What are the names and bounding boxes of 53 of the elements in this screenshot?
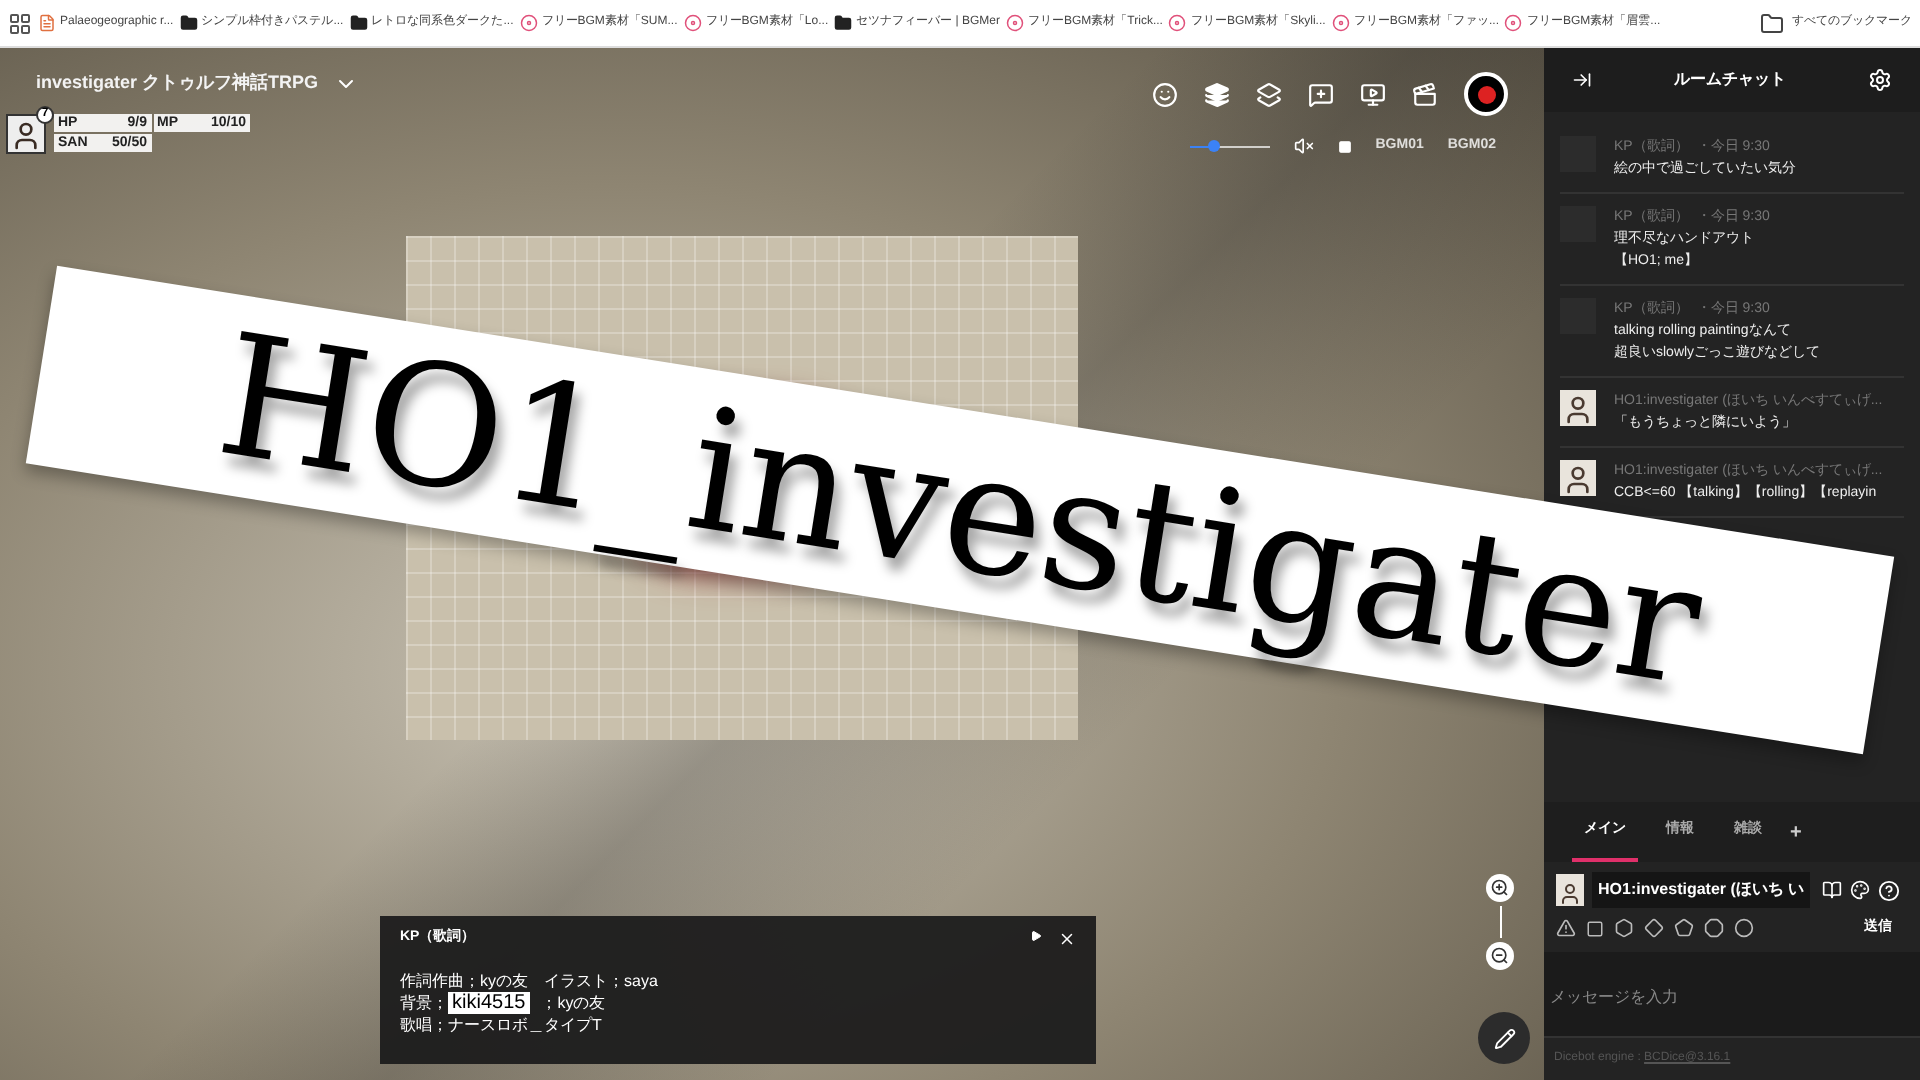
octagon-icon[interactable] (1704, 918, 1724, 939)
close-icon[interactable] (1058, 929, 1076, 948)
avatar-icon (1560, 390, 1596, 426)
page-icon (38, 14, 56, 32)
pentagon-icon[interactable] (1674, 918, 1694, 939)
hexagon-icon[interactable] (1614, 918, 1634, 939)
edit-button[interactable] (1478, 1012, 1530, 1064)
folder-icon (179, 14, 198, 32)
help-icon[interactable] (1878, 879, 1901, 901)
panel-title: ルームチャット (1674, 68, 1786, 92)
play-icon[interactable] (1030, 929, 1042, 942)
clapperboard-icon[interactable] (1412, 81, 1438, 107)
layers-icon[interactable] (1204, 81, 1230, 107)
folder-icon (834, 14, 853, 32)
name-label: kiki4515 (448, 991, 530, 1013)
character-avatar[interactable] (6, 113, 46, 153)
add-note-icon[interactable] (1308, 81, 1334, 107)
zoom-in-icon[interactable] (1486, 874, 1514, 902)
folder-icon (1760, 11, 1784, 35)
disc-icon (1006, 14, 1025, 32)
zoom-out-icon[interactable] (1486, 942, 1514, 970)
room-title: investigater クトゥルフ神話TRPG (36, 70, 319, 96)
screen-icon[interactable] (1360, 81, 1386, 107)
disc-icon (1168, 14, 1187, 32)
settings-icon[interactable] (1868, 68, 1892, 92)
speaker-select[interactable]: HO1:investigater (ほいち い (1592, 872, 1811, 908)
mute-icon[interactable] (1293, 136, 1314, 157)
triangle-icon[interactable] (1556, 918, 1576, 939)
caption-text: 背景； (400, 991, 448, 1013)
caption-text: 作詞作曲；kyの友 イラスト；saya (400, 969, 658, 991)
volume-slider[interactable] (1189, 140, 1270, 153)
apps-icon[interactable] (8, 11, 32, 35)
disc-icon (683, 14, 702, 32)
add-tab-button[interactable]: + (1790, 817, 1802, 847)
caption-text: ；kyの友 (541, 991, 606, 1013)
layers-icon[interactable] (1256, 81, 1282, 107)
disc-icon (519, 14, 538, 32)
collapse-icon[interactable] (1572, 70, 1592, 90)
square-icon[interactable] (1586, 919, 1604, 938)
disc-icon (1504, 14, 1523, 32)
stop-icon[interactable] (1337, 139, 1352, 154)
palette-icon[interactable] (1850, 880, 1871, 900)
caption-text: 歌唱；ナースロボ＿タイプT (400, 1013, 602, 1035)
avatar-icon (1560, 460, 1596, 496)
speaker-avatar[interactable] (1556, 874, 1584, 906)
sheet-icon[interactable] (1822, 880, 1843, 900)
circle-icon[interactable] (1734, 918, 1754, 939)
diamond-icon[interactable] (1644, 918, 1664, 939)
user-avatar[interactable] (1464, 72, 1508, 116)
message-input-field[interactable]: メッセージを入力 (1544, 951, 1920, 1036)
pencil-icon (1493, 1027, 1515, 1049)
folder-icon (349, 14, 368, 32)
disc-icon (1331, 14, 1350, 32)
